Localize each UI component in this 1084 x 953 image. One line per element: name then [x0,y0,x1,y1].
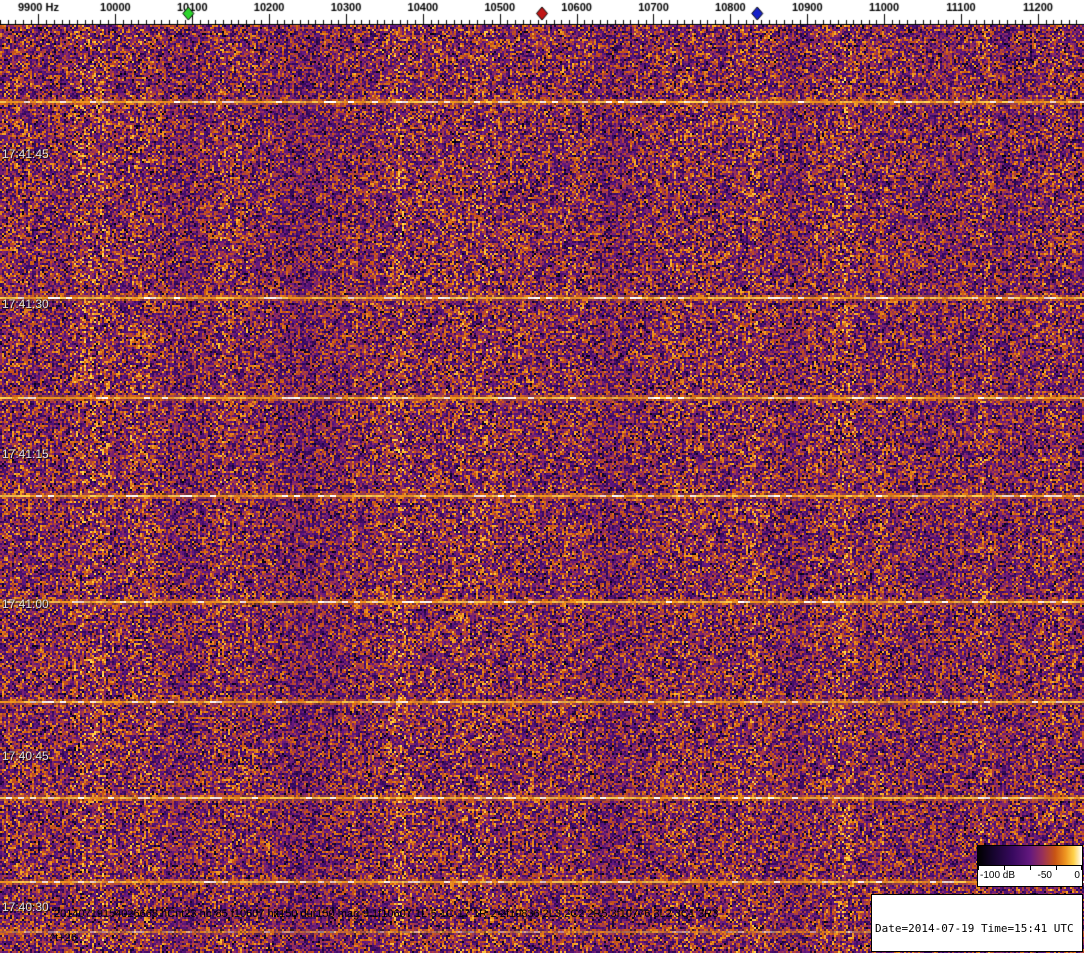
legend-label-mid: -50 [1038,870,1052,882]
observation-info-box: Date=2014-07-19 Time=15:41 UTC Freq=143 … [871,894,1083,952]
colormap-gradient-bar [978,846,1082,866]
legend-tick [1081,866,1082,870]
legend-labels: -100 dB -50 0 [978,870,1082,882]
intensity-scale-legend: -100 dB -50 0 [977,845,1083,887]
spectrogram-waterfall [0,25,1084,953]
legend-tick [978,866,979,870]
legend-tick [1004,866,1005,870]
detection-status-text: 20140719154026668 hCnt23 nb-85 f10607 hi… [54,908,718,920]
legend-label-max: 0 [1074,870,1080,882]
frequency-ruler [0,0,1084,25]
spectrogram-app: 17:41:45 17:41:30 17:41:15 17:41:00 17:40:45… [0,0,1084,953]
legend-ticks [978,866,1082,870]
legend-label-min: -100 dB [980,870,1015,882]
legend-tick [1030,866,1031,870]
legend-tick [1056,866,1057,870]
trigger-status-text: ^t+26 [50,932,77,944]
info-date-line: Date=2014-07-19 Time=15:41 UTC [875,922,1079,935]
